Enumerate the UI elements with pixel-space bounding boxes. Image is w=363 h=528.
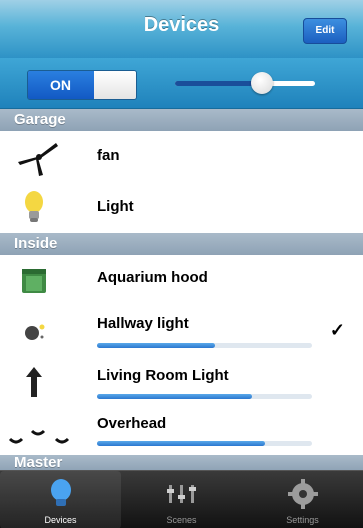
edit-button[interactable]: Edit: [303, 18, 347, 44]
device-label: Aquarium hood: [97, 269, 208, 286]
device-row-fan[interactable]: fan: [0, 131, 363, 182]
lightbulb-icon: [14, 189, 54, 225]
living-room-light-icon: [14, 363, 54, 399]
tab-devices[interactable]: Devices: [0, 471, 121, 528]
master-dimmer-slider[interactable]: [175, 71, 315, 95]
hallway-light-icon: [14, 315, 54, 351]
device-label: Light: [97, 198, 134, 215]
toggle-knob[interactable]: [94, 71, 136, 99]
gear-icon: [286, 477, 320, 511]
device-label: Hallway light: [97, 315, 189, 332]
dimmer-level-fill: [97, 441, 265, 446]
checkmark-icon: ✓: [329, 320, 345, 340]
dimmer-level-bar[interactable]: [97, 441, 312, 446]
power-toggle[interactable]: ON: [27, 70, 137, 100]
slider-thumb[interactable]: [250, 72, 273, 94]
tab-label: Devices: [44, 515, 77, 525]
toggle-on-label: ON: [28, 71, 94, 99]
device-row-overhead[interactable]: Overhead: [0, 407, 363, 456]
device-row-aquarium-hood[interactable]: Aquarium hood: [0, 255, 363, 306]
device-row-living-room-light[interactable]: Living Room Light: [0, 357, 363, 408]
dimmer-level-fill: [97, 343, 216, 348]
slider-fill: [175, 81, 262, 86]
device-label: Overhead: [97, 415, 167, 432]
master-controls: ON: [0, 58, 363, 109]
fan-icon: [14, 137, 58, 176]
dimmer-level-fill: [97, 394, 252, 399]
tab-bar: Devices Scenes Settings: [0, 470, 363, 528]
device-row-light[interactable]: Light: [0, 181, 363, 234]
device-label: Living Room Light: [97, 367, 229, 384]
bulb-icon: [44, 477, 78, 511]
navigation-bar: Devices Edit: [0, 0, 363, 59]
device-label: fan: [97, 147, 120, 164]
dimmer-level-bar[interactable]: [97, 343, 312, 348]
devices-screen: Devices Edit ON Garage fan Light Inside …: [0, 0, 363, 528]
tab-label: Settings: [286, 515, 319, 525]
tab-settings[interactable]: Settings: [242, 471, 363, 528]
aquarium-icon: [14, 263, 54, 299]
tab-scenes[interactable]: Scenes: [121, 471, 242, 528]
section-header-inside: Inside: [0, 233, 363, 255]
section-header-master: Master: [0, 455, 363, 471]
dimmer-level-bar[interactable]: [97, 394, 312, 399]
tab-label: Scenes: [166, 515, 197, 525]
scenes-icon: [165, 477, 199, 511]
device-row-hallway-light[interactable]: Hallway light ✓: [0, 305, 363, 358]
overhead-light-icon: [6, 417, 76, 453]
section-header-garage: Garage: [0, 109, 363, 131]
